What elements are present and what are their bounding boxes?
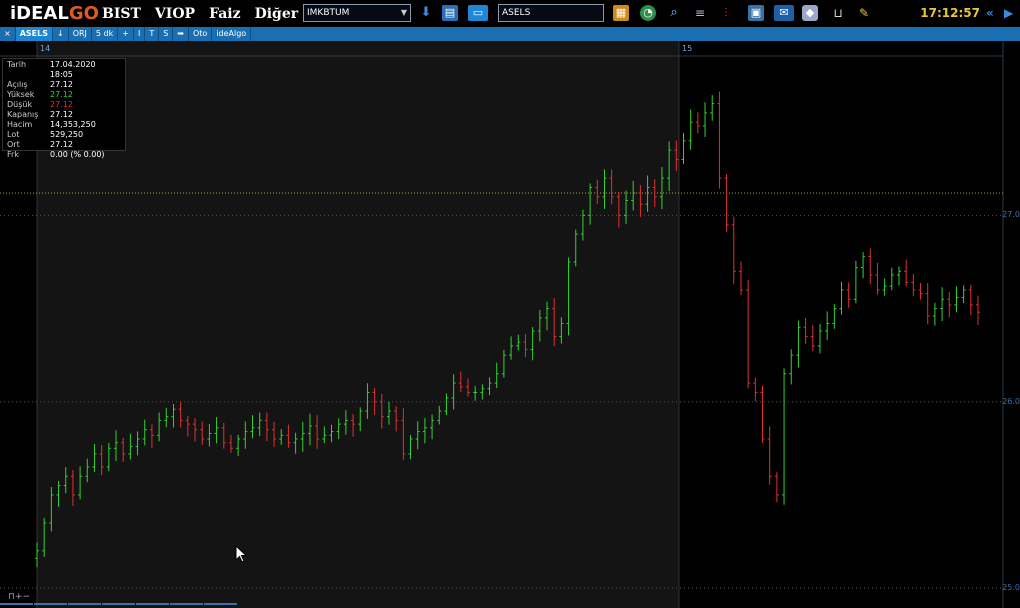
chart-symbol-tab[interactable]: ASELS	[15, 27, 53, 41]
bottom-tab[interactable]	[0, 603, 33, 608]
x-label-day-15: 15	[682, 44, 693, 53]
orj-button[interactable]: ORJ	[69, 27, 92, 41]
app-logo: iDEALGO	[10, 3, 99, 24]
info-key: Frk	[7, 150, 19, 159]
info-key: Hacim	[7, 120, 33, 129]
system-button[interactable]: S	[159, 27, 174, 41]
bottom-tab[interactable]	[136, 603, 169, 608]
price-chart[interactable]	[0, 41, 1020, 608]
info-key: Kapanış	[7, 110, 39, 119]
mouse-pointer-icon	[235, 545, 247, 563]
arrow-down-button[interactable]: ↓	[53, 27, 69, 41]
folder-icon[interactable]: ▦	[613, 5, 629, 21]
indicator-button[interactable]: I	[134, 27, 146, 41]
list-icon[interactable]: ≡	[692, 5, 708, 21]
info-row: Yüksek 27.12	[7, 90, 121, 100]
info-value: 529,250	[50, 130, 84, 139]
envelope-icon[interactable]: ✉	[774, 5, 794, 21]
info-value: 17.04.2020 18:05	[49, 60, 96, 79]
download-icon[interactable]: ⬇	[418, 5, 434, 21]
brush-icon[interactable]: ✎	[856, 5, 872, 21]
chevron-down-icon: ▼	[400, 8, 407, 17]
bottom-tab[interactable]	[170, 603, 203, 608]
info-row: Tarih 17.04.2020 18:05	[7, 60, 121, 80]
menu-diger[interactable]: Diğer	[255, 6, 299, 22]
y-tick-label: 27.0	[1002, 210, 1020, 220]
clock: 17:12:57	[920, 6, 980, 20]
y-tick-label: 25.0	[1002, 583, 1020, 593]
info-value: 0.00 (% 0.00)	[50, 150, 105, 159]
menu-viop[interactable]: VIOP	[155, 6, 195, 22]
y-tick-label: 26.0	[1002, 396, 1020, 406]
info-key: Açılış	[7, 80, 28, 89]
candlestick-icon[interactable]: ⫶	[718, 5, 734, 21]
forward-icon[interactable]: ▶	[1004, 6, 1013, 20]
period-button[interactable]: 5 dk	[92, 27, 119, 41]
info-row: Lot 529,250	[7, 130, 121, 140]
session-day-14-background	[37, 41, 679, 608]
info-value: 27.12	[50, 80, 73, 89]
info-row: Hacim 14,353,250	[7, 120, 121, 130]
info-value: 27.12	[50, 110, 73, 119]
bottom-tabs	[0, 603, 238, 608]
arrow-right-button[interactable]: ➡	[173, 27, 189, 41]
info-key: Lot	[7, 130, 20, 139]
info-key: Düşük	[7, 100, 33, 109]
info-row: Düşük 27.12	[7, 100, 121, 110]
close-chart-button[interactable]: ×	[0, 27, 16, 41]
bottom-tab[interactable]	[204, 603, 237, 608]
market-select[interactable]: IMKBTUM ▼	[303, 4, 411, 22]
pie-chart-icon[interactable]: ◔	[640, 5, 656, 21]
info-row: Açılış 27.12	[7, 80, 121, 90]
symbol-input[interactable]: ASELS	[498, 4, 604, 22]
idealgo-button[interactable]: ideAlgo	[212, 27, 252, 41]
chart-canvas	[0, 41, 1004, 608]
add-button[interactable]: +	[118, 27, 134, 41]
x-label-day-14: 14	[40, 44, 51, 53]
cart-icon[interactable]: ⊔	[830, 5, 846, 21]
bottom-tab[interactable]	[34, 603, 67, 608]
window-icon[interactable]: ▣	[748, 5, 764, 21]
info-value: 14,353,250	[50, 120, 96, 129]
info-value: 27.12	[50, 90, 73, 99]
menu-bist[interactable]: BIST	[102, 6, 141, 22]
auto-button[interactable]: Oto	[189, 27, 213, 41]
info-row: Frk 0.00 (% 0.00)	[7, 150, 121, 160]
info-key: Yüksek	[7, 90, 35, 99]
cube-icon[interactable]: ◆	[802, 5, 818, 21]
info-row: Kapanış 27.12	[7, 110, 121, 120]
rewind-icon[interactable]: «	[986, 6, 994, 20]
info-value: 27.12	[50, 100, 73, 109]
info-value: 27.12	[50, 140, 73, 149]
info-row: Ort 27.12	[7, 140, 121, 150]
info-key: Tarih	[7, 60, 27, 69]
bottom-tab[interactable]	[102, 603, 135, 608]
search-icon[interactable]: ⌕	[666, 5, 682, 21]
template-button[interactable]: T	[145, 27, 160, 41]
info-panel: Tarih 17.04.2020 18:05 Açılış 27.12 Yüksek 27…	[2, 58, 126, 159]
chart-toolbar: × ASELS ↓ ORJ 5 dk + I T S ➡ Oto ideAlgo	[0, 27, 1020, 41]
document-icon[interactable]: ▤	[442, 5, 458, 21]
info-key: Ort	[7, 140, 20, 149]
bottom-tab[interactable]	[68, 603, 101, 608]
menu-faiz[interactable]: Faiz	[209, 6, 241, 22]
monitor-icon[interactable]: ▭	[468, 5, 488, 21]
drawing-tool-icon[interactable]: ⊓+−	[8, 592, 30, 602]
